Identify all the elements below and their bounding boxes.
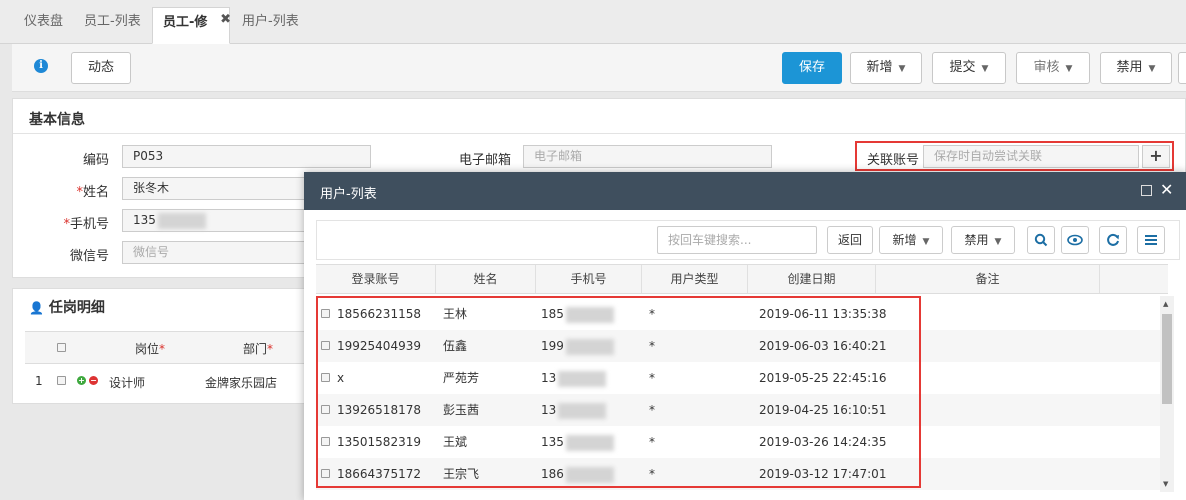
highlight-box — [316, 296, 921, 488]
scroll-down-icon[interactable]: ▼ — [1163, 480, 1168, 488]
search-input[interactable]: 按回车键搜索... — [657, 226, 817, 254]
col-phone[interactable]: 手机号 — [536, 265, 642, 293]
add-button[interactable]: 新增 ▼ — [879, 226, 943, 254]
search-icon[interactable] — [1027, 226, 1055, 254]
col-name[interactable]: 姓名 — [436, 265, 536, 293]
chevron-down-icon: ▼ — [922, 237, 930, 247]
modal-toolbar: 按回车键搜索... 返回 新增 ▼ 禁用 ▼ — [316, 220, 1180, 260]
disable-button[interactable]: 禁用 ▼ — [951, 226, 1015, 254]
eye-icon[interactable] — [1061, 226, 1089, 254]
scrollbar[interactable]: ▲ ▼ — [1160, 296, 1174, 492]
table-header: 登录账号 姓名 手机号 用户类型 创建日期 备注 — [316, 264, 1168, 294]
maximize-icon[interactable] — [1141, 185, 1152, 196]
back-button[interactable]: 返回 — [827, 226, 873, 254]
close-icon[interactable]: ✕ — [1160, 180, 1173, 199]
modal-header: 用户-列表 ✕ — [304, 172, 1186, 210]
user-list-modal: 用户-列表 ✕ 按回车键搜索... 返回 新增 ▼ 禁用 ▼ 登录账号 姓名 手机号… — [304, 172, 1186, 500]
col-user-type[interactable]: 用户类型 — [642, 265, 748, 293]
col-create-date[interactable]: 创建日期 — [748, 265, 876, 293]
chevron-down-icon: ▼ — [994, 237, 1002, 247]
col-account[interactable]: 登录账号 — [316, 265, 436, 293]
modal-title: 用户-列表 — [320, 187, 377, 202]
scroll-up-icon[interactable]: ▲ — [1163, 300, 1168, 308]
col-remark[interactable]: 备注 — [876, 265, 1100, 293]
refresh-icon[interactable] — [1099, 226, 1127, 254]
scroll-thumb[interactable] — [1162, 314, 1172, 404]
menu-icon[interactable] — [1137, 226, 1165, 254]
